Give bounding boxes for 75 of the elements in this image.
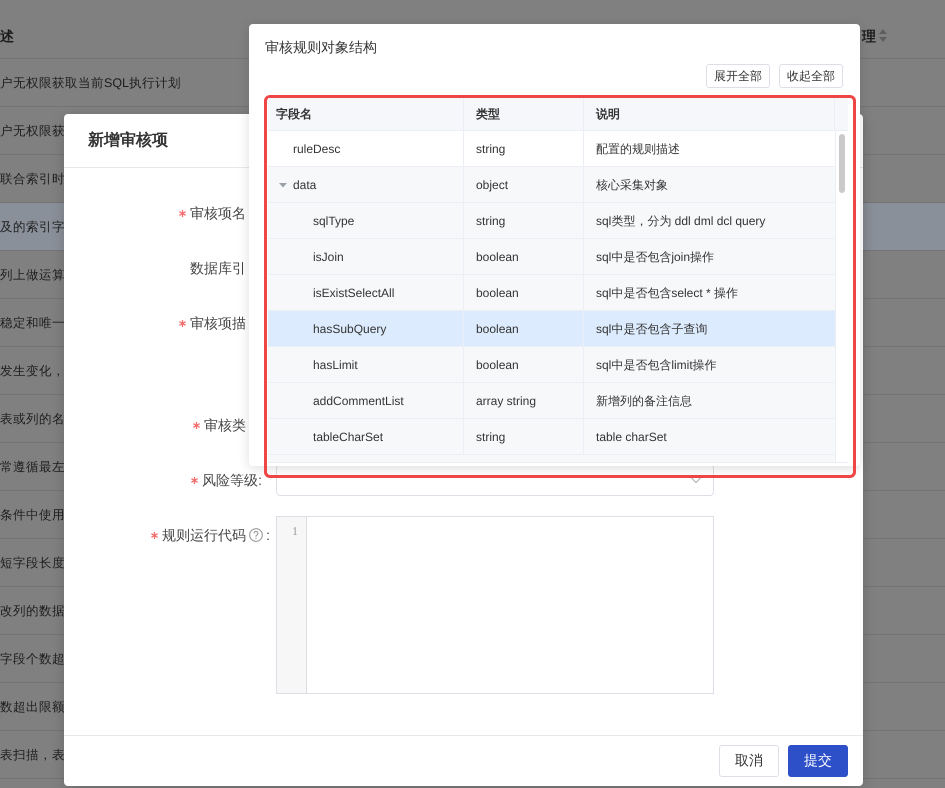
field-description: 配置的规则描述 [596, 140, 680, 156]
row-text: 联合索引时 [0, 170, 65, 186]
row-text: 稳定和唯一 [0, 314, 65, 330]
field-description: 核心采集对象 [596, 176, 668, 192]
row-text: 及的索引字 [0, 218, 65, 234]
field-label: 风险等级: [202, 472, 262, 488]
field-label: 审核项名 [190, 205, 246, 221]
scrollbar-thumb[interactable] [839, 134, 845, 193]
table-row[interactable]: data object 核心采集对象 [268, 167, 835, 203]
expand-all-button[interactable]: 展开全部 [706, 64, 770, 88]
table-row[interactable]: hasSubQuery boolean sql中是否包含子查询 [268, 311, 835, 347]
field-type: object [476, 176, 508, 192]
field-name: addCommentList [313, 392, 404, 408]
field-type: boolean [476, 248, 519, 264]
field-description: sql类型，分为 ddl dml dcl query [596, 212, 766, 228]
field-type: string [476, 140, 506, 156]
field-description: sql中是否包含select * 操作 [596, 284, 738, 300]
table-row[interactable]: ruleDesc string 配置的规则描述 [268, 131, 835, 167]
field-label: 数据库引 [190, 260, 246, 276]
field-name: sqlType [313, 212, 354, 228]
row-text: 改列的数据 [0, 602, 65, 618]
field-description: sql中是否包含join操作 [596, 248, 714, 264]
field-description: table charSet [596, 428, 667, 444]
row-text: 数超出限额 [0, 698, 65, 714]
field-name: ruleDesc [293, 140, 340, 156]
help-icon[interactable] [249, 528, 264, 542]
table-row[interactable]: sqlType string sql类型，分为 ddl dml dcl query [268, 203, 835, 239]
field-type: boolean [476, 320, 519, 336]
field-name: isJoin [313, 248, 344, 264]
collapse-all-button[interactable]: 收起全部 [779, 64, 843, 88]
field-name: hasLimit [313, 356, 358, 372]
row-text: 发生变化， [0, 362, 65, 378]
field-description: sql中是否包含子查询 [596, 320, 708, 336]
field-name: data [293, 176, 316, 192]
cancel-button[interactable]: 取消 [719, 745, 779, 777]
dialog-title: 新增审核项 [88, 130, 168, 150]
field-type: array string [476, 392, 536, 408]
table-row[interactable]: isExistSelectAll boolean sql中是否包含select * 操作 [268, 275, 835, 311]
field-name-header: 字段名 [276, 106, 312, 122]
field-description: 新增列的备注信息 [596, 392, 692, 408]
field-label: 规则运行代码 [162, 527, 246, 543]
field-type: string [476, 212, 506, 228]
table-row[interactable]: tableCharSet string table charSet [268, 419, 835, 455]
popover-title: 审核规则对象结构 [265, 38, 377, 56]
description-header: 说明 [596, 106, 620, 122]
field-label: 审核类 [204, 417, 246, 433]
line-number: 1 [291, 523, 298, 539]
field-name: hasSubQuery [313, 320, 386, 336]
table-row[interactable]: addCommentList array string 新增列的备注信息 [268, 383, 835, 419]
field-type: boolean [476, 356, 519, 372]
field-type: string [476, 428, 506, 444]
field-type: boolean [476, 284, 519, 300]
field-label: 审核项描 [190, 315, 246, 331]
table-row[interactable]: isJoin boolean sql中是否包含join操作 [268, 239, 835, 275]
row-text: 列上做运算 [0, 266, 65, 282]
label-colon: : [266, 527, 270, 543]
field-name: tableCharSet [313, 428, 384, 444]
row-text: 表扫描，表 [0, 746, 65, 762]
sort-icon[interactable] [879, 29, 887, 42]
submit-button[interactable]: 提交 [788, 745, 848, 777]
row-text: 条件中使用 [0, 506, 65, 522]
row-text: 短字段长度 [0, 554, 65, 570]
type-header: 类型 [476, 106, 500, 122]
field-description: sql中是否包含limit操作 [596, 356, 717, 372]
chevron-down-icon[interactable] [690, 476, 702, 484]
row-text: 户无权限获 [0, 122, 65, 138]
row-text: 户无权限获取当前SQL执行计划 [0, 74, 182, 90]
scrollbar-track[interactable] [835, 131, 848, 462]
column-header[interactable]: 理 [862, 26, 876, 44]
row-text: 字段个数超 [0, 650, 65, 666]
row-text: 表或列的名 [0, 410, 65, 426]
column-header: 述 [0, 26, 14, 44]
table-row[interactable]: hasLimit boolean sql中是否包含limit操作 [268, 347, 835, 383]
field-name: isExistSelectAll [313, 284, 394, 300]
row-text: 常遵循最左 [0, 458, 65, 474]
